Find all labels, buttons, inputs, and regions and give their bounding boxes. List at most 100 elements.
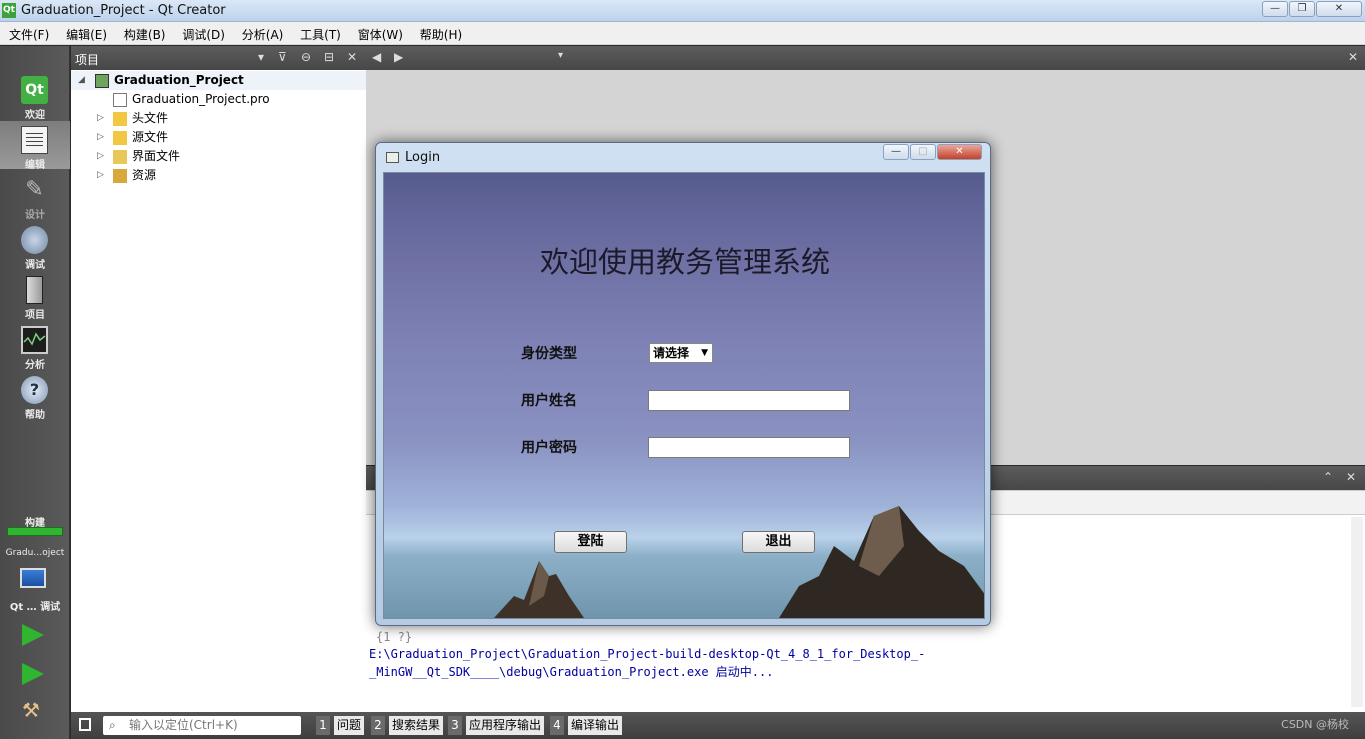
tree-item-forms[interactable]: ▷ 界面文件 [71, 147, 366, 166]
username-label: 用户姓名 [521, 393, 577, 409]
run-button[interactable] [22, 624, 48, 648]
search-icon: ⌕ [109, 718, 116, 732]
document-dropdown-icon[interactable]: ▾ [558, 50, 563, 61]
mode-welcome[interactable]: Qt 欢迎 [0, 71, 70, 121]
watermark: CSDN @杨校 [1281, 718, 1349, 731]
mode-welcome-label: 欢迎 [25, 110, 45, 121]
tree-root-label: Graduation_Project [114, 73, 244, 87]
editor-toolbar: ◀ ▶ ▾ ✕ [366, 46, 1365, 70]
tree-item-pro[interactable]: Graduation_Project.pro [71, 90, 366, 109]
pro-file-icon [113, 93, 127, 107]
menu-debug[interactable]: 调试(D) [173, 22, 225, 43]
output-line: {1 ?} [376, 630, 413, 644]
username-input[interactable] [648, 390, 850, 411]
tree-root-row[interactable]: ◢ Graduation_Project [71, 71, 366, 90]
tree-item-headers[interactable]: ▷ 头文件 [71, 109, 366, 128]
login-minimize-button[interactable]: — [883, 144, 909, 160]
identity-type-label: 身份类型 [521, 346, 577, 362]
qt-app-icon: Qt [2, 3, 16, 18]
resource-folder-icon [113, 169, 127, 183]
tree-item-resources[interactable]: ▷ 资源 [71, 166, 366, 185]
login-button[interactable]: 登陆 [554, 531, 627, 553]
forward-arrow-icon[interactable]: ▶ [394, 50, 403, 64]
mode-edit[interactable]: 编辑 [0, 121, 70, 171]
build-button[interactable]: ⚒ [22, 698, 48, 722]
panel-dropdown-arrow-icon[interactable]: ▾ [258, 50, 264, 64]
menu-edit[interactable]: 编辑(E) [57, 22, 107, 43]
locate-placeholder: 输入以定位(Ctrl+K) [129, 718, 238, 732]
debug-play-icon [22, 663, 44, 685]
close-window-button[interactable]: ✕ [1316, 1, 1362, 17]
menu-build[interactable]: 构建(B) [115, 22, 166, 43]
maximize-button[interactable]: ❐ [1289, 1, 1315, 17]
edit-document-icon [21, 126, 48, 154]
window-icon [386, 152, 399, 163]
menu-help[interactable]: 帮助(H) [411, 22, 462, 43]
close-pane-icon[interactable]: ✕ [1346, 470, 1356, 484]
login-close-button[interactable]: ✕ [937, 144, 982, 160]
link-icon[interactable]: ⊖ [301, 50, 311, 64]
mode-design[interactable]: ✎ 设计 [0, 171, 70, 221]
system-heading: 欢迎使用教务管理系统 [539, 245, 830, 279]
login-background: 欢迎使用教务管理系统 身份类型 请选择 ▼ 用户姓名 用户密码 登陆 退出 [383, 172, 985, 619]
identity-type-select[interactable]: 请选择 ▼ [649, 343, 713, 363]
toggle-sidebar-icon[interactable] [79, 718, 91, 731]
back-arrow-icon[interactable]: ◀ [372, 50, 381, 64]
debug-run-button[interactable] [22, 663, 48, 689]
login-dialog: Login — □ ✕ 欢迎使用教务管理系统 身份类型 请选择 ▼ 用户姓名 用… [375, 142, 991, 626]
output-scrollbar[interactable] [1351, 517, 1363, 707]
expand-arrow-icon[interactable]: ▷ [97, 109, 104, 128]
locate-input[interactable]: ⌕ 输入以定位(Ctrl+K) [103, 716, 301, 735]
project-panel-title: 项目 [75, 53, 100, 67]
minimize-button[interactable]: — [1262, 1, 1288, 17]
close-editor-icon[interactable]: ✕ [1348, 50, 1358, 64]
design-pencil-icon: ✎ [25, 177, 44, 202]
collapse-arrow-icon[interactable]: ◢ [78, 71, 85, 90]
login-window-title: Login [405, 150, 441, 165]
project-book-icon [26, 276, 43, 304]
close-panel-icon[interactable]: ✕ [347, 50, 357, 64]
window-title: Graduation_Project - Qt Creator [21, 3, 226, 18]
qt-logo-icon: Qt [21, 76, 48, 104]
menu-file[interactable]: 文件(F) [0, 22, 49, 43]
status-bar: ⌕ 输入以定位(Ctrl+K) 1 问题 2 搜索结果 3 应用程序输出 4 编译输出 [71, 712, 1365, 739]
menu-window[interactable]: 窗体(W) [349, 22, 403, 43]
filter-icon[interactable]: ⊽ [278, 50, 287, 64]
split-icon[interactable]: ⊟ [324, 50, 334, 64]
pane-tab-compile-output[interactable]: 4 编译输出 [550, 716, 623, 735]
monitor-icon [20, 568, 46, 588]
select-value: 请选择 [653, 346, 690, 360]
login-maximize-button[interactable]: □ [910, 144, 936, 160]
run-play-icon [22, 624, 44, 646]
left-rock-graphic [494, 561, 584, 618]
menu-tools[interactable]: 工具(T) [291, 22, 341, 43]
help-question-icon: ? [21, 376, 48, 404]
tree-item-sources[interactable]: ▷ 源文件 [71, 128, 366, 147]
chevron-down-icon: ▼ [701, 348, 708, 358]
pane-tab-search[interactable]: 2 搜索结果 [371, 716, 444, 735]
kit-target-label: Qt … 调试 [9, 602, 61, 613]
build-project-name: Gradu…oject [5, 548, 65, 558]
expand-arrow-icon[interactable]: ▷ [97, 166, 104, 185]
mode-projects[interactable]: 项目 [0, 271, 70, 321]
mode-edit-label: 编辑 [25, 160, 45, 171]
hammer-icon: ⚒ [22, 698, 40, 722]
mode-projects-label: 项目 [25, 310, 45, 321]
kit-selector[interactable] [20, 568, 50, 594]
header-folder-icon [113, 112, 127, 126]
build-progress-bar [7, 527, 63, 536]
pane-tab-app-output[interactable]: 3 应用程序输出 [448, 716, 545, 735]
right-rock-graphic [779, 506, 984, 618]
mode-help[interactable]: ? 帮助 [0, 371, 70, 421]
output-line: E:\Graduation_Project\Graduation_Project… [369, 647, 926, 661]
expand-arrow-icon[interactable]: ▷ [97, 128, 104, 147]
pane-tab-issues[interactable]: 1 问题 [316, 716, 365, 735]
menu-analyze[interactable]: 分析(A) [233, 22, 284, 43]
mode-debug[interactable]: 调试 [0, 221, 70, 271]
mode-analyze[interactable]: 分析 [0, 321, 70, 371]
password-input[interactable] [648, 437, 850, 458]
expand-arrow-icon[interactable]: ▷ [97, 147, 104, 166]
tree-item-label: 资源 [132, 168, 157, 182]
output-line: _MinGW__Qt_SDK____\debug\Graduation_Proj… [369, 665, 774, 679]
maximize-pane-icon[interactable]: ⌃ [1323, 470, 1333, 484]
